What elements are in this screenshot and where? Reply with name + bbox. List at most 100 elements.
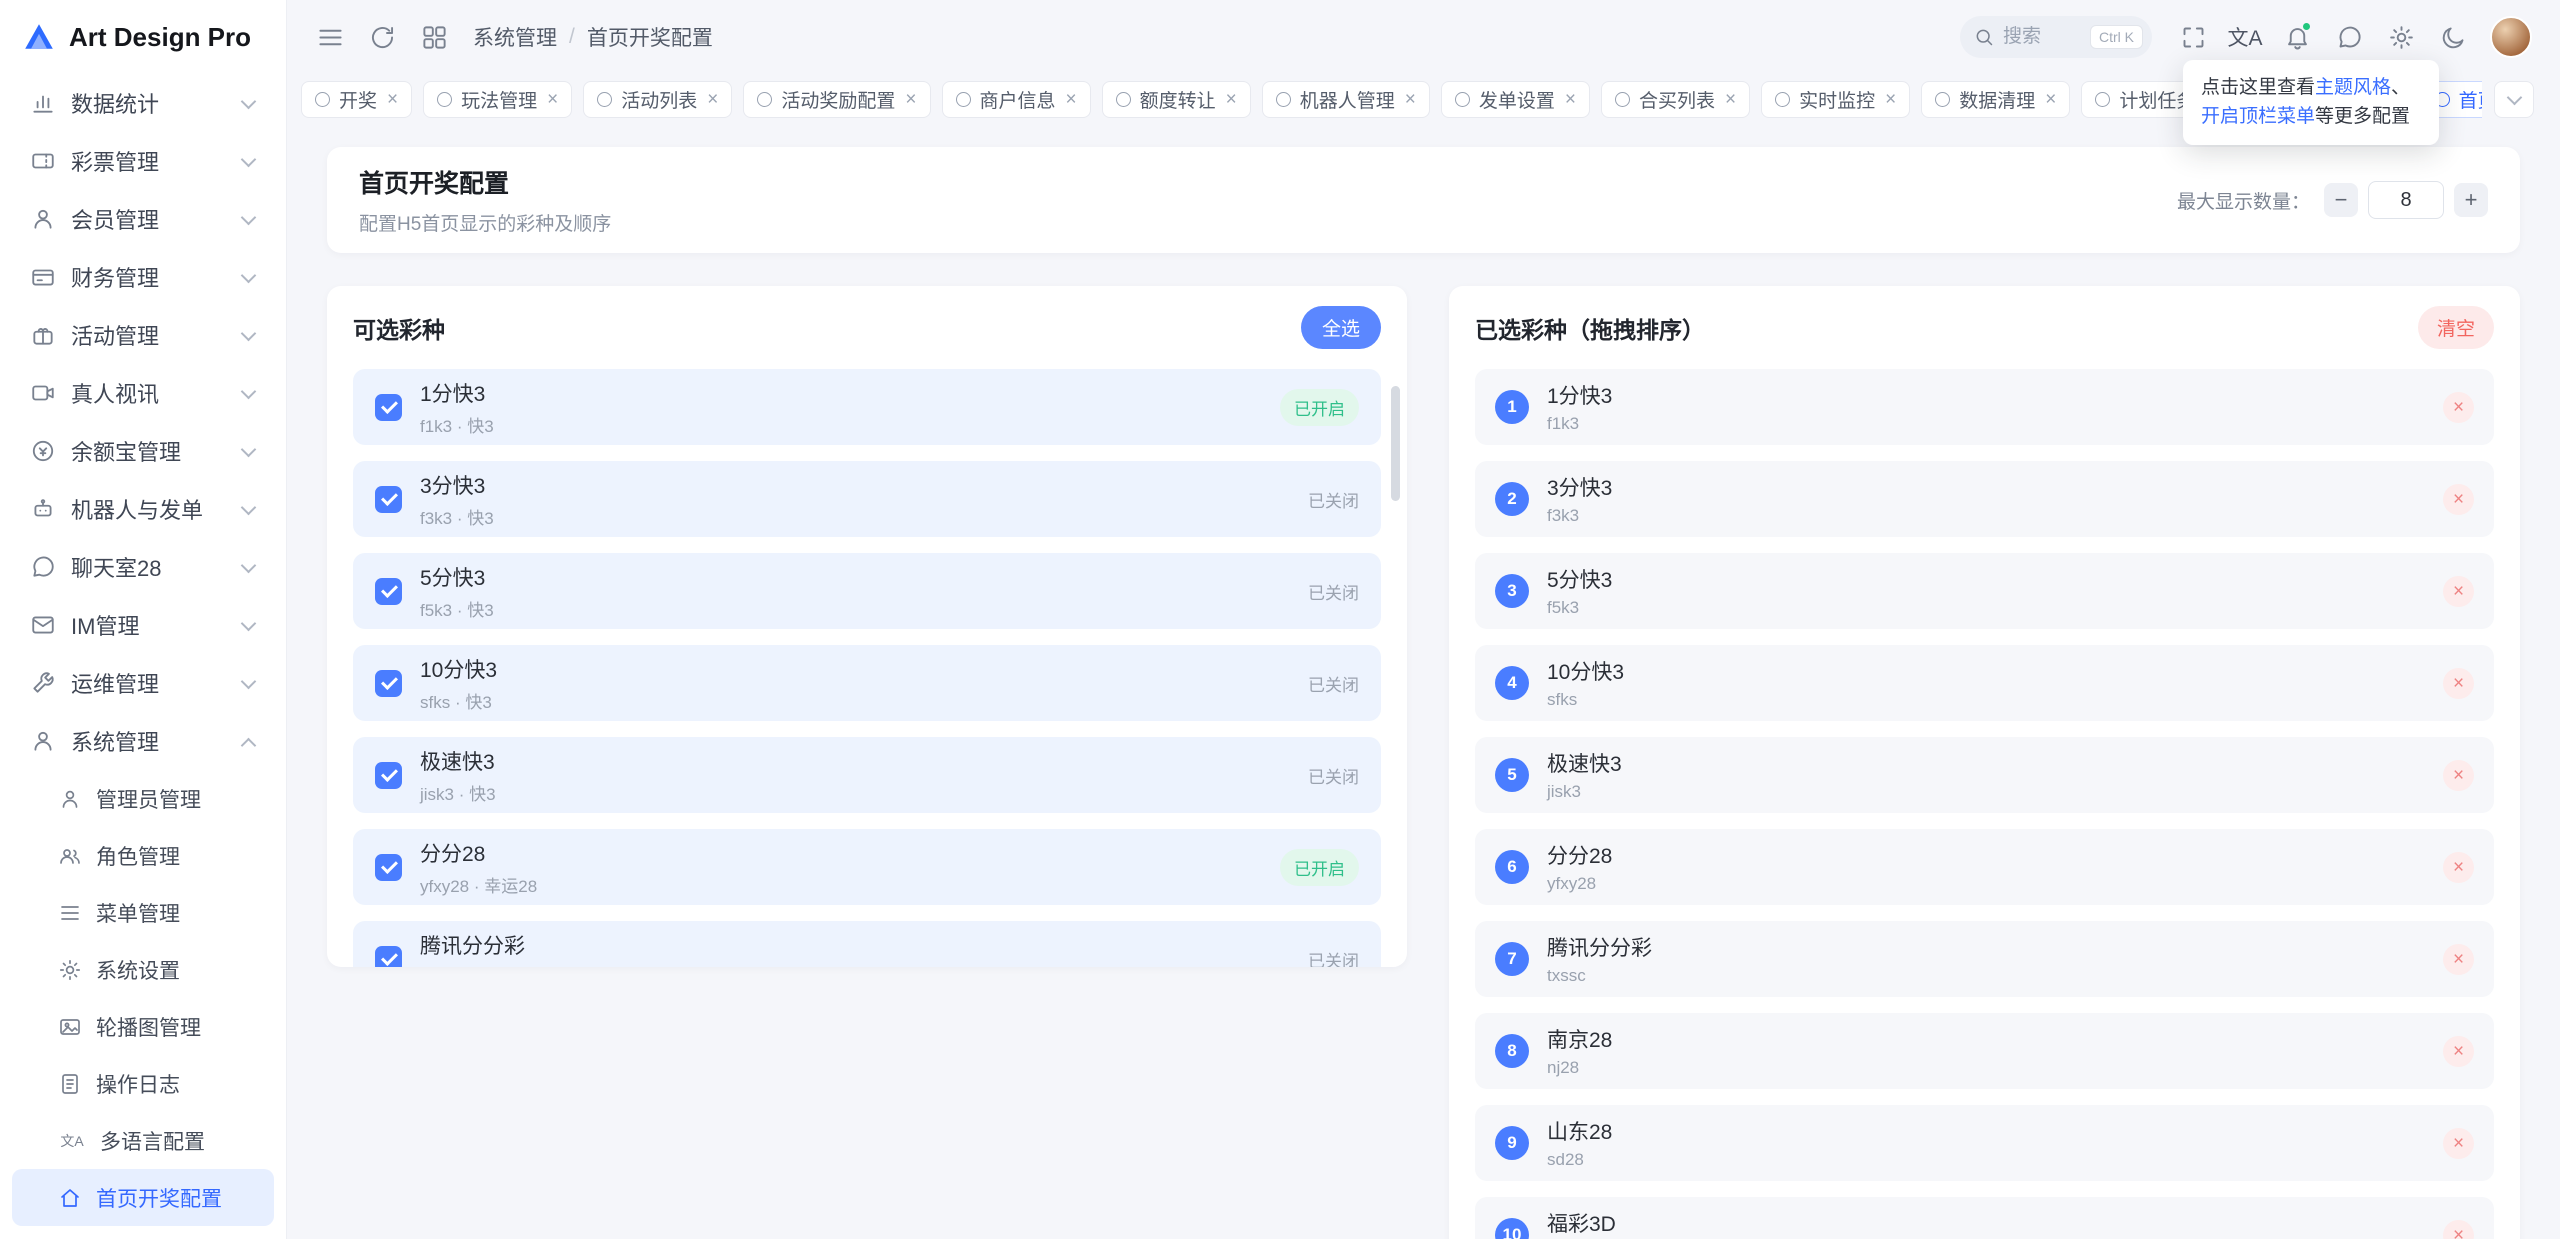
apps-button[interactable] [411, 14, 457, 60]
tab-close-icon[interactable]: × [1405, 90, 1416, 109]
checkbox-checked[interactable] [375, 670, 402, 697]
checkbox-checked[interactable] [375, 578, 402, 605]
remove-button[interactable]: × [2443, 576, 2474, 607]
lottery-option-row[interactable]: 极速快3 jisk3 · 快3 已关闭 [353, 737, 1381, 813]
decrease-button[interactable]: − [2324, 183, 2358, 217]
sidebar-item-data-stats[interactable]: 数据统计 [12, 74, 274, 132]
tab[interactable]: 发单设置 × [1441, 81, 1590, 118]
language-button[interactable]: 文A [2222, 14, 2268, 60]
scrollbar-thumb[interactable] [1391, 386, 1400, 501]
selected-lottery-row[interactable]: 3 5分快3 f5k3 × [1475, 553, 2494, 629]
tab[interactable]: 数据清理 × [1921, 81, 2070, 118]
sidebar-item-role-mgmt[interactable]: 角色管理 [12, 827, 274, 884]
sidebar-item-im[interactable]: IM管理 [12, 596, 274, 654]
app-logo[interactable]: Art Design Pro [0, 0, 286, 74]
sidebar-item-admin-mgmt[interactable]: 管理员管理 [12, 770, 274, 827]
remove-button[interactable]: × [2443, 1220, 2474, 1239]
selected-lottery-row[interactable]: 10 福彩3D fc3d × [1475, 1197, 2494, 1239]
tab-close-icon[interactable]: × [2045, 90, 2056, 109]
lottery-option-row[interactable]: 3分快3 f3k3 · 快3 已关闭 [353, 461, 1381, 537]
avatar[interactable] [2490, 16, 2532, 58]
sidebar-item-system-settings[interactable]: 系统设置 [12, 941, 274, 998]
selected-lottery-row[interactable]: 7 腾讯分分彩 txssc × [1475, 921, 2494, 997]
tab-close-icon[interactable]: × [905, 90, 916, 109]
sidebar-item-ops[interactable]: 运维管理 [12, 654, 274, 712]
refresh-button[interactable] [359, 14, 405, 60]
tab[interactable]: 额度转让 × [1102, 81, 1251, 118]
sidebar-item-lottery[interactable]: 彩票管理 [12, 132, 274, 190]
notifications-button[interactable] [2274, 14, 2320, 60]
selected-lottery-row[interactable]: 4 10分快3 sfks × [1475, 645, 2494, 721]
remove-button[interactable]: × [2443, 668, 2474, 699]
tab-close-icon[interactable]: × [1885, 90, 1896, 109]
tab[interactable]: 活动奖励配置 × [743, 81, 930, 118]
lottery-option-row[interactable]: 1分快3 f1k3 · 快3 已开启 [353, 369, 1381, 445]
checkbox-checked[interactable] [375, 854, 402, 881]
lottery-option-row[interactable]: 10分快3 sfks · 快3 已关闭 [353, 645, 1381, 721]
topbar-menu-link[interactable]: 开启顶栏菜单 [2201, 106, 2315, 127]
remove-button[interactable]: × [2443, 760, 2474, 791]
collapse-menu-button[interactable] [307, 14, 353, 60]
selected-lottery-row[interactable]: 2 3分快3 f3k3 × [1475, 461, 2494, 537]
sidebar-item-activities[interactable]: 活动管理 [12, 306, 274, 364]
tab[interactable]: 实时监控 × [1761, 81, 1910, 118]
search-input[interactable] [2003, 26, 2081, 48]
checkbox-checked[interactable] [375, 486, 402, 513]
select-all-button[interactable]: 全选 [1301, 306, 1381, 349]
tab-close-icon[interactable]: × [387, 90, 398, 109]
sidebar-item-system[interactable]: 系统管理 [12, 712, 274, 770]
sidebar-item-i18n-config[interactable]: 文A 多语言配置 [12, 1112, 274, 1169]
increase-button[interactable]: + [2454, 183, 2488, 217]
remove-button[interactable]: × [2443, 852, 2474, 883]
remove-button[interactable]: × [2443, 1036, 2474, 1067]
selected-lottery-row[interactable]: 6 分分28 yfxy28 × [1475, 829, 2494, 905]
sidebar-item-carousel-mgmt[interactable]: 轮播图管理 [12, 998, 274, 1055]
tab[interactable]: 玩法管理 × [423, 81, 572, 118]
sidebar-item-home-lottery-config[interactable]: 首页开奖配置 [12, 1169, 274, 1226]
lottery-code: f1k3 [1547, 414, 1612, 434]
selected-lottery-row[interactable]: 9 山东28 sd28 × [1475, 1105, 2494, 1181]
settings-button[interactable] [2378, 14, 2424, 60]
tab-close-icon[interactable]: × [1725, 90, 1736, 109]
tab-close-icon[interactable]: × [1565, 90, 1576, 109]
checkbox-checked[interactable] [375, 394, 402, 421]
tab-close-icon[interactable]: × [1066, 90, 1077, 109]
max-display-value[interactable]: 8 [2368, 181, 2444, 219]
sidebar-item-operation-logs[interactable]: 操作日志 [12, 1055, 274, 1112]
lottery-option-row[interactable]: 腾讯分分彩 txssc · 时时彩 已关闭 [353, 921, 1381, 967]
tab[interactable]: 合买列表 × [1601, 81, 1750, 118]
clear-button[interactable]: 清空 [2418, 306, 2494, 349]
tab[interactable]: 机器人管理 × [1262, 81, 1430, 118]
lottery-option-row[interactable]: 分分28 yfxy28 · 幸运28 已开启 [353, 829, 1381, 905]
sidebar-item-finance[interactable]: 财务管理 [12, 248, 274, 306]
fullscreen-button[interactable] [2170, 14, 2216, 60]
dark-mode-button[interactable] [2430, 14, 2476, 60]
checkbox-checked[interactable] [375, 946, 402, 968]
remove-button[interactable]: × [2443, 484, 2474, 515]
sidebar-item-robot[interactable]: 机器人与发单 [12, 480, 274, 538]
tab-close-icon[interactable]: × [707, 90, 718, 109]
remove-button[interactable]: × [2443, 944, 2474, 975]
tab[interactable]: 开奖 × [301, 81, 412, 118]
tab[interactable]: 活动列表 × [583, 81, 732, 118]
selected-lottery-row[interactable]: 8 南京28 nj28 × [1475, 1013, 2494, 1089]
tab-close-icon[interactable]: × [547, 90, 558, 109]
remove-button[interactable]: × [2443, 392, 2474, 423]
sidebar-item-chatroom[interactable]: 聊天室28 [12, 538, 274, 596]
checkbox-checked[interactable] [375, 762, 402, 789]
messages-button[interactable] [2326, 14, 2372, 60]
selected-lottery-row[interactable]: 5 极速快3 jisk3 × [1475, 737, 2494, 813]
sidebar-item-live-video[interactable]: 真人视讯 [12, 364, 274, 422]
tab[interactable]: 商户信息 × [942, 81, 1091, 118]
tab-close-icon[interactable]: × [1226, 90, 1237, 109]
breadcrumb-parent[interactable]: 系统管理 [473, 22, 557, 52]
tabs-overflow-button[interactable] [2494, 81, 2534, 118]
sidebar-item-members[interactable]: 会员管理 [12, 190, 274, 248]
sidebar-item-menu-mgmt[interactable]: 菜单管理 [12, 884, 274, 941]
remove-button[interactable]: × [2443, 1128, 2474, 1159]
theme-style-link[interactable]: 主题风格 [2315, 77, 2391, 98]
global-search[interactable]: Ctrl K [1960, 16, 2152, 58]
sidebar-item-yuebao[interactable]: 余额宝管理 [12, 422, 274, 480]
lottery-option-row[interactable]: 5分快3 f5k3 · 快3 已关闭 [353, 553, 1381, 629]
selected-lottery-row[interactable]: 1 1分快3 f1k3 × [1475, 369, 2494, 445]
